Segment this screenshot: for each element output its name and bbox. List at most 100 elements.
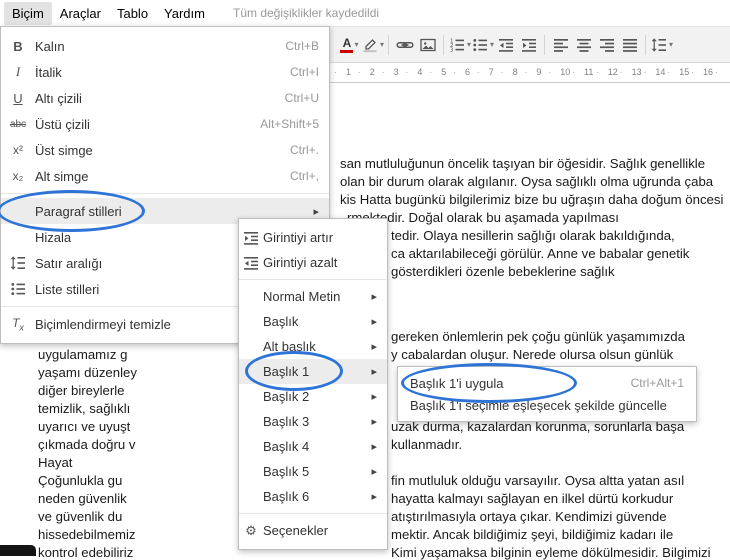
underline-icon: U: [13, 90, 23, 106]
document-text-line: atıştırılmasıyla ortaya çıkar. Kendimizi…: [391, 509, 667, 524]
menu-item-alt-başlık[interactable]: Alt başlık ▸: [239, 334, 387, 359]
document-text-line: Kimi yaşamaksa bilginin eyleme dökülmesi…: [391, 545, 711, 560]
submenu-arrow-icon: ▸: [371, 316, 377, 328]
indent-decrease-icon: [497, 36, 515, 54]
bold-icon: B: [13, 38, 23, 54]
ruler-tick: ·: [595, 67, 599, 77]
document-text-line: kontrol edebiliriz: [38, 545, 134, 560]
svg-text:3: 3: [450, 47, 453, 53]
menu-item-başlık-4[interactable]: Başlık 4 ▸: [239, 434, 387, 459]
align-right-button[interactable]: [595, 33, 618, 57]
align-center-button[interactable]: [572, 33, 595, 57]
menu-item-shortcut: Ctrl+,: [289, 169, 319, 183]
document-text-line: fin mutluluk olduğu varsayılır. Oysa alt…: [391, 473, 685, 488]
ruler-number: 12: [607, 67, 618, 77]
menu-item-shortcut: Ctrl+I: [289, 65, 319, 79]
highlight-icon: [361, 36, 379, 54]
menu-bar: Biçim Araçlar Tablo Yardım Tüm değişiklikle…: [0, 0, 730, 26]
menubar-item-yardım[interactable]: Yardım: [156, 2, 213, 25]
document-text-line: uyarıcı ve uyuşt: [38, 419, 131, 434]
dropdown-arrow-icon: ▾: [380, 40, 385, 49]
numbered-list-button[interactable]: 1 2 3 ▾: [448, 33, 471, 57]
menu-item-başlık-6[interactable]: Başlık 6 ▸: [239, 484, 387, 509]
bulleted-list-button[interactable]: ▾: [471, 33, 494, 57]
image-icon: [419, 36, 437, 54]
indent-decrease-icon: [239, 254, 263, 272]
subscript-icon: x₂: [12, 169, 24, 183]
superscript-icon: x²: [13, 143, 23, 157]
toolbar-separator: [544, 34, 546, 55]
gear-icon: ⚙: [245, 522, 257, 538]
ruler-tick: ·: [548, 67, 552, 77]
menubar-item-biçim[interactable]: Biçim: [4, 1, 52, 25]
align-justify-icon: [621, 36, 639, 54]
menu-item-label: Başlık 2: [263, 389, 310, 404]
menu-item-başlık-1-i-uygula[interactable]: Başlık 1'i uygula Ctrl+Alt+1: [398, 372, 696, 394]
menu-separator: [1, 193, 329, 194]
menu-item-başlık[interactable]: Başlık ▸: [239, 309, 387, 334]
insert-link-button[interactable]: [393, 33, 416, 57]
menu-item-seçenekler[interactable]: ⚙ Seçenekler: [239, 518, 387, 543]
document-text-line: y cabalardan oluşur. Nerede olursa olsun…: [391, 347, 674, 362]
menu-item-alt-simge[interactable]: x₂ Alt simge Ctrl+,: [1, 163, 329, 189]
menu-item-normal-metin[interactable]: Normal Metin ▸: [239, 284, 387, 309]
menu-item-shortcut: Ctrl+.: [289, 143, 319, 157]
ruler-number: 1: [346, 67, 352, 77]
menu-item-üstü-çizili[interactable]: abc Üstü çizili Alt+Shift+5: [1, 111, 329, 137]
document-text-line: gereken önlemlerin pek çoğu günlük yaşam…: [391, 329, 685, 344]
menu-item-label: Başlık: [263, 314, 299, 329]
ruler-tick: ·: [476, 67, 480, 77]
align-left-button[interactable]: [549, 33, 572, 57]
document-text-line: temizlik, sağlıklı: [38, 401, 131, 416]
align-justify-button[interactable]: [618, 33, 641, 57]
menubar-item-araçlar[interactable]: Araçlar: [52, 2, 109, 25]
menu-item-girintiyi-artır[interactable]: Girintiyi artır: [239, 225, 387, 250]
document-text-line: neden güvenlik: [38, 491, 127, 506]
menu-item-başlık-5[interactable]: Başlık 5 ▸: [239, 459, 387, 484]
menu-item-i-talik[interactable]: I İtalik Ctrl+I: [1, 59, 329, 85]
clear-format-icon: Tx: [12, 315, 24, 333]
ruler-tick: ·: [334, 67, 337, 77]
document-text-line: gösterdikleri özenle bebeklerine sağlık: [391, 264, 615, 279]
toolbar-separator: [443, 34, 445, 55]
menu-item-girintiyi-azalt[interactable]: Girintiyi azalt: [239, 250, 387, 275]
strikethrough-icon: abc: [9, 118, 27, 130]
bulleted-list-icon: [1, 280, 35, 298]
menu-item-label: Başlık 5: [263, 464, 310, 479]
text-color-icon: A: [340, 37, 354, 53]
ruler-tick: ·: [357, 67, 361, 77]
menubar-item-tablo[interactable]: Tablo: [109, 2, 156, 25]
menu-item-kalın[interactable]: B Kalın Ctrl+B: [1, 33, 329, 59]
line-spacing-button[interactable]: ▾: [650, 33, 673, 57]
ruler-number: 3: [393, 67, 399, 77]
paragraph-styles-submenu: Girintiyi artır Girintiyi azalt Normal Met…: [238, 218, 388, 550]
highlight-color-button[interactable]: ▾: [361, 33, 384, 57]
menu-item-label: Başlık 6: [263, 489, 310, 504]
menu-item-başlık-3[interactable]: Başlık 3 ▸: [239, 409, 387, 434]
menu-item-başlık-2[interactable]: Başlık 2 ▸: [239, 384, 387, 409]
document-text-line: olan bir durum olarak algılanır. Oysa sa…: [340, 174, 714, 189]
menu-item-altı-çizili[interactable]: U Altı çizili Ctrl+U: [1, 85, 329, 111]
link-icon: [395, 36, 414, 54]
toolbar-separator: [388, 34, 390, 55]
menu-item-label: Altı çizili: [35, 90, 82, 106]
decrease-indent-button[interactable]: [494, 33, 517, 57]
align-right-icon: [598, 36, 616, 54]
increase-indent-button[interactable]: [517, 33, 540, 57]
menu-item-label: Başlık 1'i uygula: [410, 375, 504, 391]
ruler-number: 9: [536, 67, 542, 77]
menu-item-label: Üstü çizili: [35, 116, 90, 132]
line-spacing-icon: [1, 254, 35, 272]
ruler-tick: ·: [667, 67, 671, 77]
ruler-number: 11: [584, 67, 594, 77]
insert-image-button[interactable]: [416, 33, 439, 57]
menu-item-üst-simge[interactable]: x² Üst simge Ctrl+.: [1, 137, 329, 163]
menu-item-label: Normal Metin: [263, 289, 341, 304]
ruler-tick: ·: [714, 67, 718, 77]
document-text-line: yaşamı düzenley: [38, 365, 137, 380]
menu-item-başlık-1-i-seçimle-eşleşecek-şekilde-güncelle[interactable]: Başlık 1'i seçimle eşleşecek şekilde gün…: [398, 394, 696, 416]
menu-item-label: Alt başlık: [263, 339, 316, 354]
text-color-button[interactable]: A ▾: [338, 33, 361, 57]
menu-item-başlık-1[interactable]: Başlık 1 ▸: [239, 359, 387, 384]
submenu-arrow-icon: ▸: [371, 291, 377, 303]
